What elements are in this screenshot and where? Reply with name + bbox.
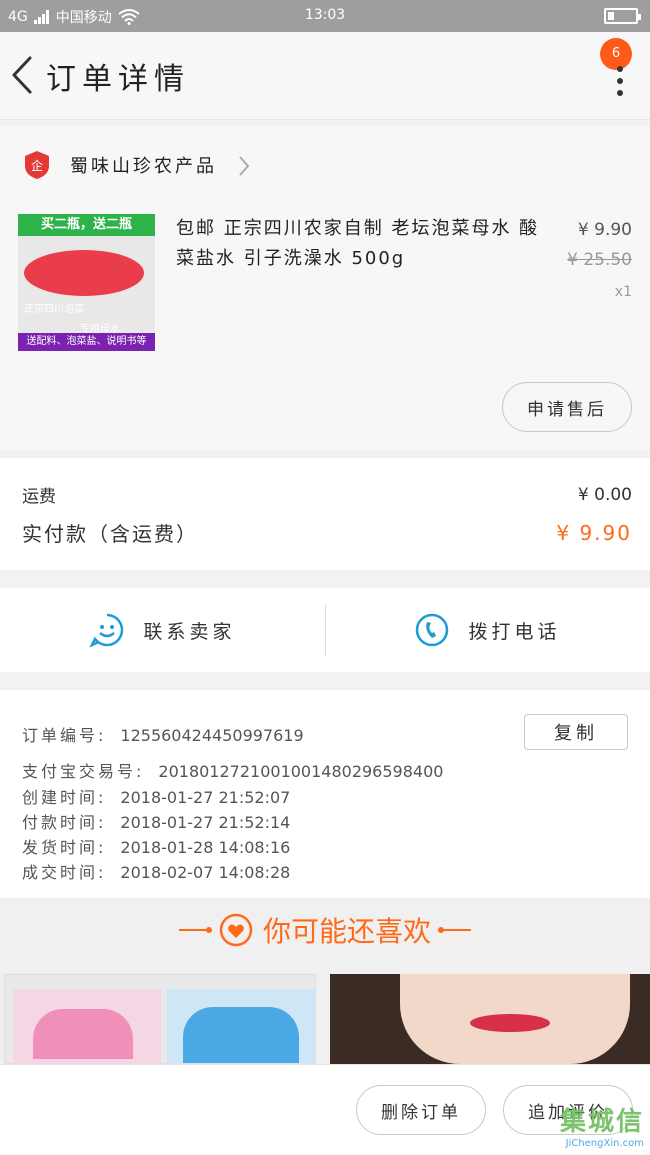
chat-smiley-icon xyxy=(89,613,124,648)
thumbnail-caption: 正宗四川泡菜 xyxy=(24,304,84,315)
recommend-header: 你可能还喜欢 xyxy=(0,898,650,962)
battery-icon xyxy=(604,8,641,24)
back-button[interactable] xyxy=(6,50,42,100)
phone-icon xyxy=(416,613,449,647)
paid-time-row: 付款时间: 2018-01-27 21:52:14 xyxy=(22,813,291,832)
original-price: ¥ 25.50 xyxy=(567,250,632,270)
delete-order-button[interactable]: 删除订单 xyxy=(356,1085,486,1135)
shipping-row: 运费 ¥ 0.00 xyxy=(22,482,632,508)
page-title: 订单详情 xyxy=(46,62,190,97)
order-info: 复制 订单编号: 125560424450997619 支付宝交易号: 201801… xyxy=(0,690,650,898)
order-item[interactable]: 买二瓶，送二瓶 正宗四川泡菜 专用母水 送配料、泡菜盐、说明书等 包邮 正宗四川… xyxy=(0,204,650,450)
more-menu-button[interactable] xyxy=(614,66,626,96)
shipped-time-row: 发货时间: 2018-01-28 14:08:16 xyxy=(22,838,291,857)
recommend-grid xyxy=(0,970,650,1065)
blue-pet-shirt-image xyxy=(167,989,315,1065)
paid-value: ¥ 9.90 xyxy=(556,520,632,545)
shipping-value: ¥ 0.00 xyxy=(577,484,632,505)
enterprise-shield-icon: 企 xyxy=(25,151,49,179)
recommend-title: 你可能还喜欢 xyxy=(262,915,431,948)
clock: 13:03 xyxy=(304,7,346,23)
product-thumbnail[interactable]: 买二瓶，送二瓶 正宗四川泡菜 专用母水 送配料、泡菜盐、说明书等 xyxy=(18,214,155,351)
heart-icon xyxy=(219,913,253,947)
product-quantity: x1 xyxy=(614,284,632,300)
svg-text:企: 企 xyxy=(31,158,43,173)
pink-pet-shirt-image xyxy=(13,989,161,1065)
chevron-right-icon xyxy=(239,156,250,176)
contact-seller-label: 联系卖家 xyxy=(143,620,236,643)
shop-row[interactable]: 企 蜀味山珍农产品 xyxy=(0,126,650,204)
paid-row: 实付款（含运费） ¥ 9.90 xyxy=(22,518,632,547)
alipay-number: 2018012721001001480296598400 xyxy=(158,762,444,781)
thumbnail-bottom-text: 送配料、泡菜盐、说明书等 xyxy=(18,333,155,351)
app-header: 订单详情 6 xyxy=(0,32,650,120)
pickle-brine-image xyxy=(24,250,144,296)
watermark-logo: 集城信 JiChengXin.com xyxy=(560,1101,644,1149)
order-number: 125560424450997619 xyxy=(120,726,304,745)
status-bar: 4G 中国移动 13:03 xyxy=(0,0,650,32)
shipping-label: 运费 xyxy=(22,487,56,507)
contact-seller-button[interactable]: 联系卖家 xyxy=(0,588,325,672)
watermark-subtext: JiChengXin.com xyxy=(565,1138,644,1149)
copy-order-number-button[interactable]: 复制 xyxy=(524,714,628,750)
call-phone-label: 拨打电话 xyxy=(468,620,561,643)
cost-summary: 运费 ¥ 0.00 实付款（含运费） ¥ 9.90 xyxy=(0,458,650,570)
action-footer: 删除订单 追加评价 集城信 JiChengXin.com xyxy=(0,1064,650,1155)
apply-after-sale-button[interactable]: 申请售后 xyxy=(502,382,632,432)
alipay-number-row: 支付宝交易号: 2018012721001001480296598400 xyxy=(22,762,444,781)
call-phone-button[interactable]: 拨打电话 xyxy=(325,588,650,672)
shop-name: 蜀味山珍农产品 xyxy=(70,156,217,177)
back-arrow-icon xyxy=(12,56,32,94)
more-dots-icon xyxy=(617,66,623,72)
recommend-card[interactable] xyxy=(330,974,650,1064)
product-price: ¥ 9.90 xyxy=(577,220,632,240)
watermark-text: 集城信 xyxy=(559,1107,644,1137)
done-time-row: 成交时间: 2018-02-07 14:08:28 xyxy=(22,863,291,882)
order-number-row: 订单编号: 125560424450997619 xyxy=(22,726,304,745)
created-time: 2018-01-27 21:52:07 xyxy=(120,788,291,807)
created-time-row: 创建时间: 2018-01-27 21:52:07 xyxy=(22,788,291,807)
paid-label: 实付款（含运费） xyxy=(22,522,198,546)
contact-bar: 联系卖家 拨打电话 xyxy=(0,588,650,672)
shipped-time: 2018-01-28 14:08:16 xyxy=(120,838,291,857)
product-title[interactable]: 包邮 正宗四川农家自制 老坛泡菜母水 酸菜盐水 引子洗澡水 500g xyxy=(176,214,546,274)
paid-time: 2018-01-27 21:52:14 xyxy=(120,813,291,832)
recommend-card[interactable] xyxy=(4,974,316,1065)
thumbnail-promo-text: 买二瓶，送二瓶 xyxy=(18,214,155,236)
done-time: 2018-02-07 14:08:28 xyxy=(120,863,291,882)
